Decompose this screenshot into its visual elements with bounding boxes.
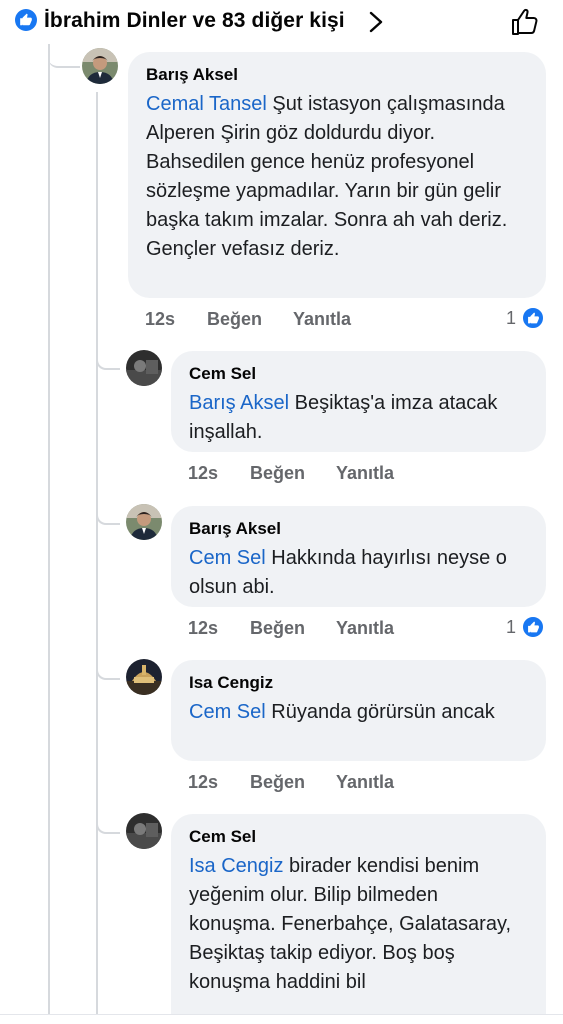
avatar[interactable] <box>126 504 162 540</box>
comment-actions: 12s Beğen Yanıtla <box>188 463 394 484</box>
comment-time[interactable]: 12s <box>188 772 250 793</box>
like-button[interactable]: Beğen <box>250 463 336 484</box>
comment-text: Cem Sel Hakkında hayırlısı neyse o olsun… <box>189 544 530 602</box>
reaction-count-label: 1 <box>506 616 517 637</box>
comment-body: Şut istasyon çalışmasında Alperen Şirin … <box>146 93 508 260</box>
comment-text: Isa Cengiz birader kendisi benim yeğenim… <box>189 852 530 997</box>
comment-text: Cem Sel Rüyanda görürsün ancak <box>189 698 530 727</box>
comment-text: Barış Aksel Beşiktaş'a imza atacak inşal… <box>189 389 530 447</box>
comment-time[interactable]: 12s <box>145 309 207 330</box>
comment-author[interactable]: Isa Cengiz <box>189 672 530 694</box>
comment-author[interactable]: Barış Aksel <box>146 64 530 86</box>
reply-button[interactable]: Yanıtla <box>336 772 394 793</box>
mention-link[interactable]: Cem Sel <box>189 547 266 569</box>
thumbs-up-icon <box>15 9 37 31</box>
mention-link[interactable]: Cem Sel <box>189 701 266 723</box>
comment-bubble[interactable]: Isa Cengiz Cem Sel Rüyanda görürsün anca… <box>171 660 546 761</box>
reply-button[interactable]: Yanıtla <box>336 463 394 484</box>
avatar[interactable] <box>82 48 118 84</box>
thread-connector <box>96 495 120 525</box>
thread-line-inner <box>96 92 98 1024</box>
reply-button[interactable]: Yanıtla <box>336 618 394 639</box>
avatar[interactable] <box>126 813 162 849</box>
comment-text: Cemal Tansel Şut istasyon çalışmasında A… <box>146 90 530 264</box>
mention-link[interactable]: Cemal Tansel <box>146 93 267 115</box>
thread-connector <box>96 804 120 834</box>
mention-link[interactable]: Barış Aksel <box>189 392 289 414</box>
thumbs-up-icon <box>521 615 546 639</box>
thread-connector <box>48 44 80 68</box>
comment-actions: 12s Beğen Yanıtla <box>188 772 394 793</box>
like-button[interactable]: Beğen <box>207 309 293 330</box>
thumbs-up-outline-icon[interactable] <box>508 5 542 39</box>
comment-actions: 12s Beğen Yanıtla <box>188 618 394 639</box>
avatar[interactable] <box>126 350 162 386</box>
bottom-edge <box>0 1014 563 1024</box>
thread-connector <box>96 340 120 370</box>
chevron-right-icon[interactable] <box>366 9 386 35</box>
comment-time[interactable]: 12s <box>188 618 250 639</box>
like-button[interactable]: Beğen <box>250 618 336 639</box>
thread-connector <box>96 650 120 680</box>
thread-line-outer <box>48 44 50 1024</box>
mention-link[interactable]: Isa Cengiz <box>189 855 284 877</box>
avatar[interactable] <box>126 659 162 695</box>
comment-bubble[interactable]: Cem Sel Barış Aksel Beşiktaş'a imza atac… <box>171 351 546 452</box>
comment-body: Rüyanda görürsün ancak <box>265 701 495 723</box>
comment-author[interactable]: Barış Aksel <box>189 518 530 540</box>
comment-author[interactable]: Cem Sel <box>189 826 530 848</box>
comment-bubble[interactable]: Barış Aksel Cemal Tansel Şut istasyon ça… <box>128 52 546 298</box>
comment-time[interactable]: 12s <box>188 463 250 484</box>
reply-button[interactable]: Yanıtla <box>293 309 351 330</box>
thumbs-up-icon <box>521 306 546 330</box>
reaction-count[interactable]: 1 <box>506 306 546 330</box>
comment-bubble[interactable]: Barış Aksel Cem Sel Hakkında hayırlısı n… <box>171 506 546 607</box>
reaction-count-label: 1 <box>506 307 517 328</box>
comment-actions: 12s Beğen Yanıtla <box>145 309 351 330</box>
comment-bubble[interactable]: Cem Sel Isa Cengiz birader kendisi benim… <box>171 814 546 1024</box>
reaction-count[interactable]: 1 <box>506 615 546 639</box>
comment-author[interactable]: Cem Sel <box>189 363 530 385</box>
reactions-header[interactable]: İbrahim Dinler ve 83 diğer kişi <box>0 0 563 44</box>
reactors-title[interactable]: İbrahim Dinler ve 83 diğer kişi <box>44 9 345 33</box>
like-button[interactable]: Beğen <box>250 772 336 793</box>
